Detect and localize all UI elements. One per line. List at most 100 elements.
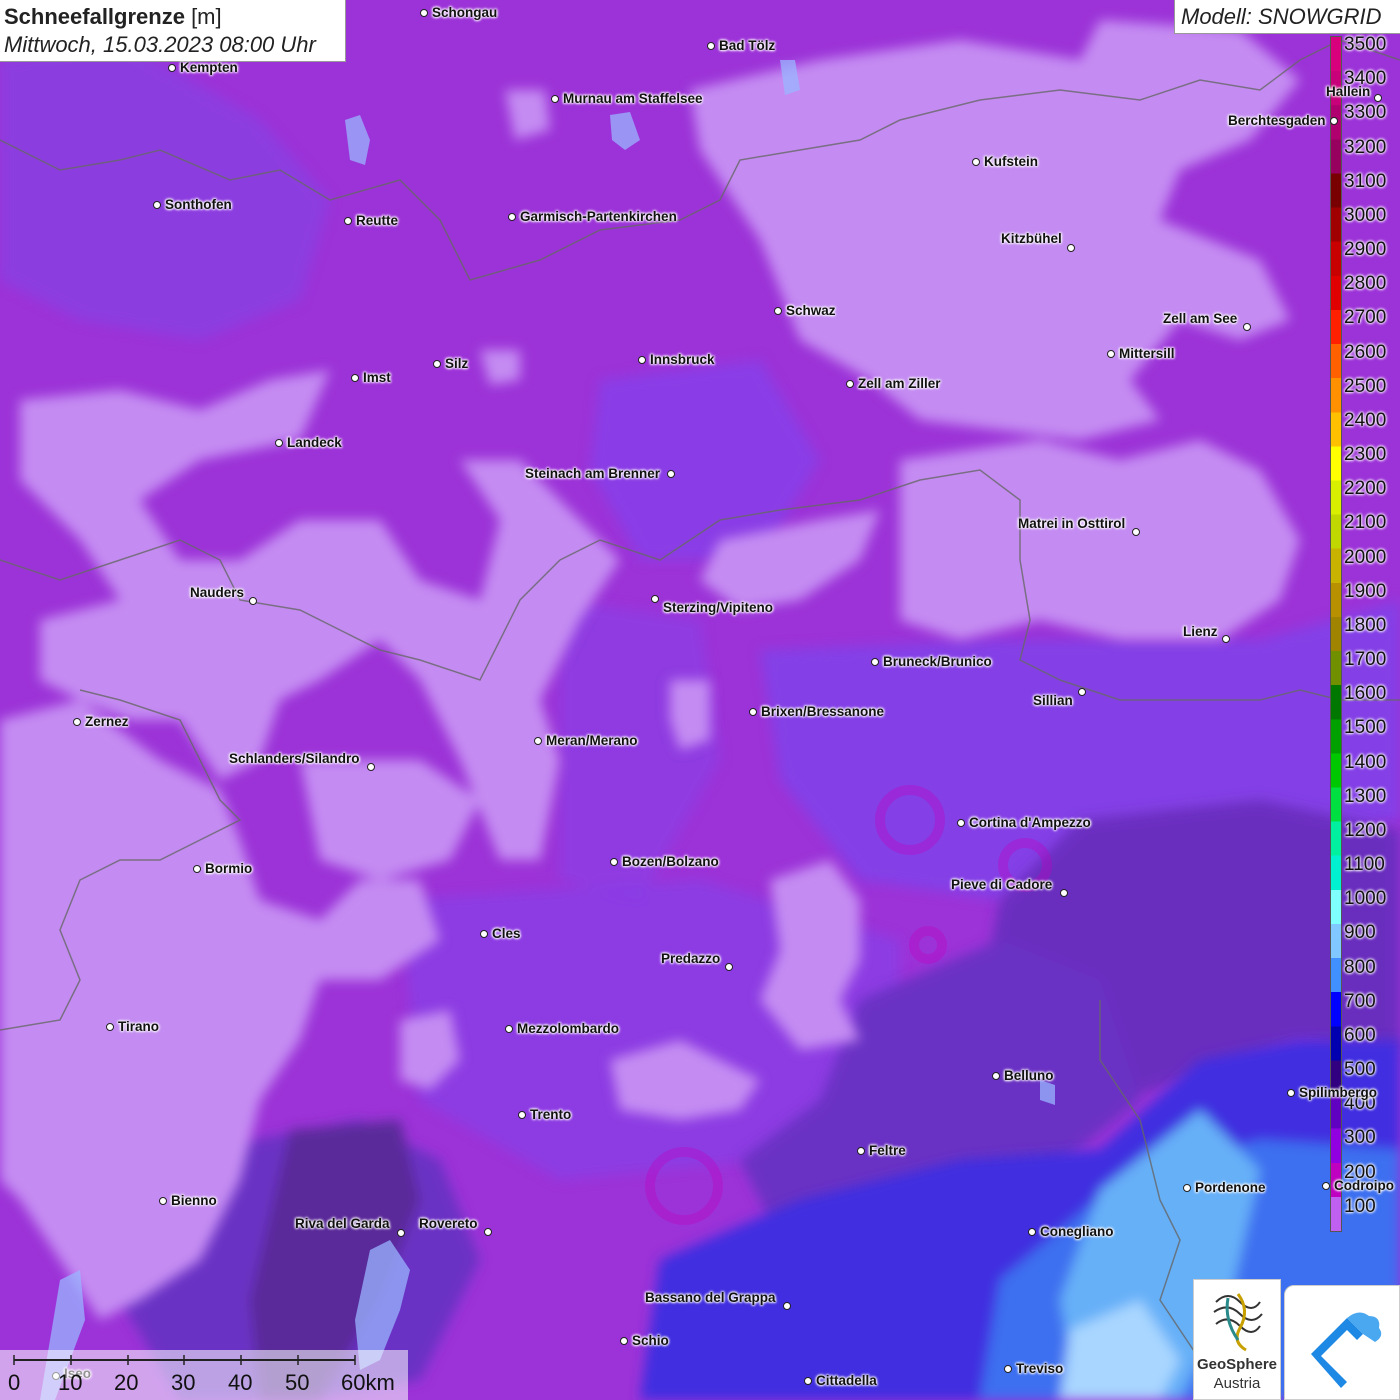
legend-label: 3100 [1344, 170, 1387, 192]
city-label: Trento [530, 1107, 572, 1122]
city-label: Codroipo [1334, 1178, 1394, 1193]
scale-tick-label: 30 [171, 1370, 196, 1395]
legend-color-bar [1330, 36, 1342, 1232]
legend-label: 800 [1344, 956, 1376, 978]
scale-tick-label: 10 [58, 1370, 83, 1395]
city-marker-icon[interactable] [1374, 94, 1382, 102]
legend-label: 900 [1344, 922, 1376, 944]
city-marker-icon[interactable] [351, 374, 359, 382]
city-label: Steinach am Brenner [525, 466, 661, 481]
city-marker-icon[interactable] [957, 819, 965, 827]
city-marker-icon[interactable] [992, 1072, 1000, 1080]
scale-tick-label: 60km [341, 1370, 395, 1395]
city-marker-icon[interactable] [783, 1302, 791, 1310]
legend-label: 2900 [1344, 239, 1387, 261]
city-label: Cles [492, 926, 521, 941]
city-label: Bozen/Bolzano [622, 854, 719, 869]
city-label: Zernez [85, 714, 129, 729]
city-marker-icon[interactable] [871, 658, 879, 666]
city-marker-icon[interactable] [159, 1197, 167, 1205]
city-marker-icon[interactable] [804, 1377, 812, 1385]
city-marker-icon[interactable] [534, 737, 542, 745]
city-marker-icon[interactable] [749, 708, 757, 716]
city-label: Sillian [1033, 693, 1073, 708]
legend-label: 3200 [1344, 136, 1387, 158]
city-label: Schongau [432, 5, 498, 20]
city-marker-icon[interactable] [420, 9, 428, 17]
legend-label: 1700 [1344, 649, 1387, 671]
city-marker-icon[interactable] [367, 763, 375, 771]
legend-label: 1800 [1344, 614, 1387, 636]
city-label: Berchtesgaden [1228, 113, 1326, 128]
city-marker-icon[interactable] [275, 439, 283, 447]
city-marker-icon[interactable] [707, 42, 715, 50]
city-marker-icon[interactable] [518, 1111, 526, 1119]
city-marker-icon[interactable] [1067, 244, 1075, 252]
city-marker-icon[interactable] [1004, 1365, 1012, 1373]
city-marker-icon[interactable] [1132, 528, 1140, 536]
city-marker-icon[interactable] [480, 930, 488, 938]
city-label: Conegliano [1040, 1224, 1114, 1239]
city-marker-icon[interactable] [1243, 323, 1251, 331]
city-marker-icon[interactable] [249, 597, 257, 605]
city-marker-icon[interactable] [508, 213, 516, 221]
city-label: Rovereto [419, 1216, 478, 1231]
city-label: Bruneck/Brunico [883, 654, 992, 669]
legend-label: 1400 [1344, 751, 1387, 773]
city-marker-icon[interactable] [168, 64, 176, 72]
city-marker-icon[interactable] [1330, 117, 1338, 125]
city-marker-icon[interactable] [397, 1229, 405, 1237]
city-marker-icon[interactable] [1107, 350, 1115, 358]
legend-label: 300 [1344, 1127, 1376, 1149]
city-label: Bad Tölz [719, 38, 776, 53]
city-marker-icon[interactable] [638, 356, 646, 364]
city-marker-icon[interactable] [484, 1228, 492, 1236]
city-label: Kempten [180, 60, 238, 75]
city-marker-icon[interactable] [344, 217, 352, 225]
map-container[interactable]: Schneefallgrenze [m] Mittwoch, 15.03.202… [0, 0, 1400, 1400]
city-marker-icon[interactable] [73, 718, 81, 726]
legend-label: 1000 [1344, 888, 1387, 910]
city-marker-icon[interactable] [972, 158, 980, 166]
city-marker-icon[interactable] [193, 865, 201, 873]
city-label: Feltre [869, 1143, 906, 1158]
city-label: Bienno [171, 1193, 217, 1208]
city-label: Garmisch-Partenkirchen [520, 209, 677, 224]
city-marker-icon[interactable] [610, 858, 618, 866]
city-marker-icon[interactable] [153, 201, 161, 209]
city-label: Tirano [118, 1019, 160, 1034]
city-marker-icon[interactable] [667, 470, 675, 478]
city-marker-icon[interactable] [725, 963, 733, 971]
legend-label: 3500 [1344, 34, 1387, 55]
city-label: Hallein [1326, 84, 1371, 99]
city-label: Mezzolombardo [517, 1021, 620, 1036]
scale-tick-label: 40 [228, 1370, 253, 1395]
city-marker-icon[interactable] [1028, 1228, 1036, 1236]
city-marker-icon[interactable] [551, 95, 559, 103]
city-marker-icon[interactable] [433, 360, 441, 368]
city-marker-icon[interactable] [774, 307, 782, 315]
map-title: Schneefallgrenze [m] [4, 4, 222, 29]
city-label: Spilimbergo [1299, 1085, 1378, 1100]
geosphere-logo[interactable]: GeoSphere Austria [1193, 1279, 1281, 1400]
legend-label: 1100 [1344, 854, 1385, 876]
city-label: Sterzing/Vipiteno [663, 600, 774, 615]
city-marker-icon[interactable] [1287, 1089, 1295, 1097]
city-marker-icon[interactable] [620, 1337, 628, 1345]
city-marker-icon[interactable] [1060, 889, 1068, 897]
city-marker-icon[interactable] [1222, 635, 1230, 643]
city-marker-icon[interactable] [505, 1025, 513, 1033]
legend-label: 2000 [1344, 546, 1387, 568]
city-marker-icon[interactable] [106, 1023, 114, 1031]
city-marker-icon[interactable] [651, 595, 659, 603]
city-marker-icon[interactable] [857, 1147, 865, 1155]
model-label: Modell: SNOWGRID [1174, 0, 1400, 34]
legend-label: 2700 [1344, 307, 1387, 329]
city-marker-icon[interactable] [1183, 1184, 1191, 1192]
city-label: Cittadella [816, 1373, 877, 1388]
city-label: Reutte [356, 213, 399, 228]
city-marker-icon[interactable] [846, 380, 854, 388]
app-logo[interactable] [1284, 1285, 1400, 1400]
city-marker-icon[interactable] [1322, 1182, 1330, 1190]
city-marker-icon[interactable] [1078, 688, 1086, 696]
